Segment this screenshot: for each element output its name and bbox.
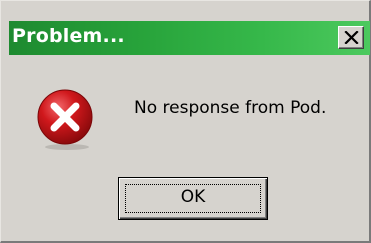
ok-button[interactable]: OK — [118, 177, 268, 220]
message-text: No response from Pod. — [134, 98, 327, 118]
error-dialog: Problem... No response from Pod. OK — [0, 0, 371, 243]
error-icon — [37, 89, 93, 150]
title-bar[interactable]: Problem... — [9, 21, 370, 55]
close-icon — [344, 31, 359, 44]
close-button[interactable] — [338, 26, 364, 49]
ok-button-label: OK — [180, 187, 206, 207]
window-title: Problem... — [12, 25, 125, 47]
